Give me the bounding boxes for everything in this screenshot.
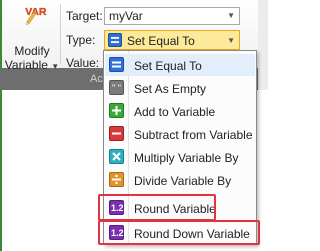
highlight-round-down-variable: [98, 220, 260, 245]
modify-label: Modify: [14, 44, 50, 58]
menu-item-label: Divide Variable By: [134, 174, 232, 188]
divide-icon: [109, 172, 124, 187]
type-dropdown[interactable]: Set Equal To ▼: [104, 30, 240, 50]
menu-item-label: Add to Variable: [134, 105, 216, 119]
left-accent-strip: [0, 0, 2, 251]
set-equal-icon: [108, 33, 122, 47]
menu-item-label: Set Equal To: [134, 59, 202, 73]
modify-variable-button[interactable]: VAR Modify Variable ▼: [4, 2, 60, 72]
subtract-icon: [109, 126, 124, 141]
multiply-icon: [109, 149, 124, 164]
type-value: Set Equal To: [127, 34, 195, 48]
variable-label: Variable ▼: [4, 58, 60, 72]
set-empty-icon: " ": [109, 80, 124, 95]
set-equal-icon: [109, 57, 124, 72]
highlight-round-variable: [98, 194, 216, 221]
ribbon-separator: [60, 4, 61, 64]
target-value: myVar: [109, 9, 143, 23]
target-field[interactable]: myVar ▼: [104, 7, 240, 25]
menu-item-set-as-empty[interactable]: " " Set As Empty: [105, 77, 255, 99]
menu-item-label: Set As Empty: [134, 82, 207, 96]
menu-item-set-equal-to[interactable]: Set Equal To: [105, 54, 255, 76]
svg-text:" ": " ": [112, 83, 121, 93]
menu-item-subtract-from-variable[interactable]: Subtract from Variable: [105, 123, 255, 145]
menu-item-label: Multiply Variable By: [134, 151, 239, 165]
add-icon: [109, 103, 124, 118]
menu-item-add-to-variable[interactable]: Add to Variable: [105, 100, 255, 122]
chevron-down-icon[interactable]: ▼: [227, 36, 235, 45]
menu-item-divide-variable-by[interactable]: Divide Variable By: [105, 169, 255, 191]
chevron-down-icon: ▼: [51, 62, 60, 71]
menu-item-label: Subtract from Variable: [134, 128, 253, 142]
value-label: Value:: [66, 56, 100, 70]
target-label: Target:: [66, 9, 103, 23]
menu-item-multiply-variable-by[interactable]: Multiply Variable By: [105, 146, 255, 168]
type-label: Type:: [66, 33, 96, 47]
chevron-down-icon[interactable]: ▼: [227, 11, 235, 20]
var-icon: VAR: [25, 7, 47, 26]
ribbon-right-edge: [258, 0, 268, 90]
